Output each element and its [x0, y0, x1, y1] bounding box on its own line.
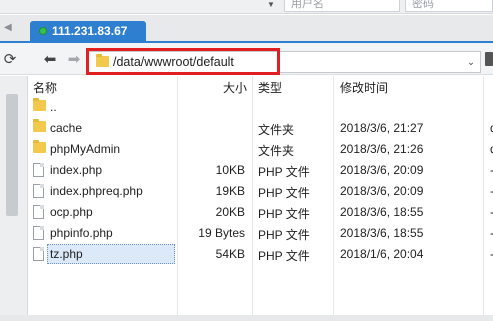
forward-arrow-icon[interactable]: ➡: [64, 52, 84, 68]
list-item[interactable]: phpMyAdmin 文件夹 2018/3/6, 21:26 d: [29, 139, 493, 160]
file-icon: [33, 184, 44, 201]
file-type: PHP 文件: [258, 186, 310, 200]
file-modified: 2018/3/6, 18:55: [340, 226, 424, 240]
file-name: index.php: [50, 163, 103, 177]
column-header-size[interactable]: 大小: [223, 79, 247, 96]
file-modified: 2018/3/6, 18:55: [340, 205, 424, 219]
file-name: index.phpreq.php: [50, 184, 143, 198]
top-strip: ▼ 用户名 密码: [0, 0, 493, 14]
file-name: ..: [50, 100, 57, 114]
connection-status-icon: [39, 27, 47, 35]
chevron-down-icon[interactable]: ⌄: [464, 55, 478, 70]
file-size: 20KB: [215, 205, 245, 219]
list-header: 名称 大小 类型 修改时间: [29, 76, 493, 96]
file-name: tz.php: [50, 247, 83, 261]
file-modified: 2018/1/6, 20:04: [340, 247, 424, 261]
file-type: PHP 文件: [258, 228, 310, 242]
file-size: 19 Bytes: [198, 226, 245, 240]
back-arrow-icon[interactable]: ⬅: [40, 52, 60, 68]
file-icon: [33, 205, 44, 222]
tab-session[interactable]: 111.231.83.67: [30, 21, 146, 42]
password-field[interactable]: 密码: [405, 0, 493, 12]
file-type: PHP 文件: [258, 207, 310, 221]
list-item[interactable]: index.phpreq.php 19KB PHP 文件 2018/3/6, 2…: [29, 181, 493, 202]
file-modified: 2018/3/6, 20:09: [340, 163, 424, 177]
file-name: phpinfo.php: [50, 226, 113, 240]
list-item[interactable]: index.php 10KB PHP 文件 2018/3/6, 20:09 -: [29, 160, 493, 181]
file-modified: 2018/3/6, 21:26: [340, 142, 424, 156]
horizontal-scrollbar[interactable]: [0, 315, 493, 321]
folder-icon: [33, 98, 46, 114]
panel-toggle-icon[interactable]: [485, 52, 493, 66]
column-header-type[interactable]: 类型: [258, 79, 282, 96]
file-modified: 2018/3/6, 20:09: [340, 184, 424, 198]
tab-scroll-left-icon[interactable]: ◀: [4, 22, 14, 34]
file-type: 文件夹: [258, 144, 295, 158]
file-name: cache: [50, 121, 83, 135]
list-item[interactable]: ..: [29, 97, 493, 118]
scrollbar-thumb[interactable]: [6, 94, 18, 216]
file-list: 名称 大小 类型 修改时间 .. cache 文件夹 2018/3/6, 21:…: [29, 76, 493, 321]
file-icon: [33, 163, 44, 180]
file-name: ocp.php: [50, 205, 93, 219]
file-icon: [33, 226, 44, 243]
file-size: 54KB: [215, 247, 245, 261]
column-header-modified[interactable]: 修改时间: [340, 79, 388, 96]
refresh-icon[interactable]: ⟳: [0, 51, 20, 69]
file-name: phpMyAdmin: [50, 142, 121, 156]
list-item-selected[interactable]: tz.php 54KB PHP 文件 2018/1/6, 20:04 -: [29, 244, 493, 265]
file-size: 10KB: [215, 163, 245, 177]
list-item[interactable]: ocp.php 20KB PHP 文件 2018/3/6, 18:55 -: [29, 202, 493, 223]
tab-bar: ◀ 111.231.83.67: [0, 15, 493, 42]
chevron-down-icon[interactable]: ▼: [264, 0, 278, 12]
list-item[interactable]: phpinfo.php 19 Bytes PHP 文件 2018/3/6, 18…: [29, 223, 493, 244]
folder-icon: [33, 140, 46, 156]
folder-icon: [33, 119, 46, 135]
file-type: 文件夹: [258, 123, 295, 137]
file-size: 19KB: [215, 184, 245, 198]
tab-title: 111.231.83.67: [52, 24, 128, 38]
file-type: PHP 文件: [258, 165, 310, 179]
highlight-annotation: [86, 48, 280, 75]
username-field[interactable]: 用户名: [284, 0, 400, 12]
column-header-name[interactable]: 名称: [33, 79, 57, 96]
file-modified: 2018/3/6, 21:27: [340, 121, 424, 135]
list-item[interactable]: cache 文件夹 2018/3/6, 21:27 d: [29, 118, 493, 139]
side-panel: [0, 76, 28, 321]
file-type: PHP 文件: [258, 249, 310, 263]
file-icon: [33, 247, 44, 264]
